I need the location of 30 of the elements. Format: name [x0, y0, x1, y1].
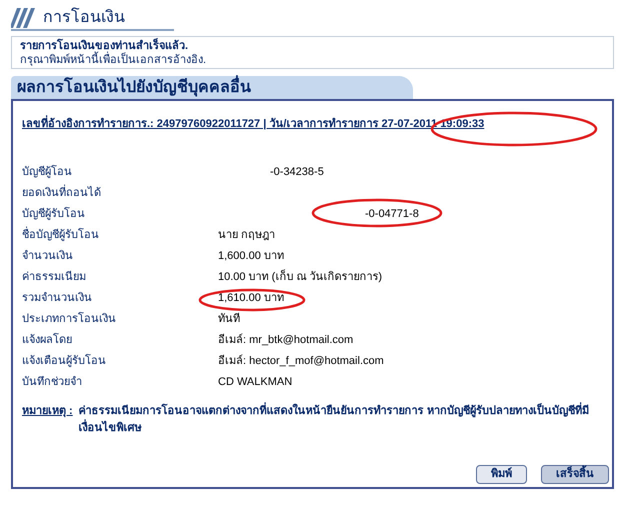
- field-label: ค่าธรรมเนียม: [22, 270, 87, 285]
- field-value: อีเมล์: hector_f_mof@hotmail.com: [218, 354, 384, 369]
- page-title: การโอนเงิน: [43, 8, 125, 28]
- note-text: ค่าธรรมเนียมการโอนอาจแตกต่างจากที่แสดงในหน้ายืนยันการทำรายการ หากบัญชีผู้รับปลายทางเป็นบัญชีที่มีเงื่อนไขพิเศษ: [78, 402, 603, 436]
- field-label: จำนวนเงิน: [22, 248, 74, 264]
- field-label: บัญชีผู้โอน: [22, 164, 73, 180]
- field-value: 10.00 บาท (เก็บ ณ วันเกิดรายการ): [218, 268, 382, 285]
- panel-title: ผลการโอนเงินไปยังบัญชีบุคคลอื่น: [11, 76, 413, 99]
- field-value: CD WALKMAN: [218, 374, 292, 390]
- stripes-icon: [11, 8, 37, 28]
- notice-title: รายการโอนเงินของท่านสำเร็จแล้ว.: [20, 39, 188, 52]
- field-value: 1,610.00 บาท: [218, 290, 284, 306]
- field-label: แจ้งผลโดย: [22, 332, 73, 348]
- field-label: ยอดเงินที่ถอนได้: [22, 184, 102, 201]
- field-value: 1,600.00 บาท: [218, 248, 284, 264]
- field-label: รวมจำนวนเงิน: [22, 290, 93, 306]
- notice-subtitle: กรุณาพิมพ์หน้านี้เพื่อเป็นเอกสารอ้างอิง.: [20, 53, 605, 67]
- note-label: หมายเหตุ :: [22, 404, 73, 420]
- field-value: นาย กฤษฎา: [218, 228, 276, 243]
- field-value: -0-04771-8: [365, 206, 419, 222]
- field-label: ประเภทการโอนเงิน: [22, 311, 117, 327]
- field-value: อีเมล์: mr_btk@hotmail.com: [218, 332, 354, 348]
- field-label: บัญชีผู้รับโอน: [22, 206, 86, 222]
- field-label: บันทึกช่วยจำ: [22, 374, 83, 390]
- field-value: ทันที: [218, 312, 240, 327]
- field-label: ชื่อบัญชีผู้รับโอน: [22, 226, 100, 243]
- finish-button[interactable]: เสร็จสิ้น: [541, 465, 609, 484]
- field-value: -0-34238-5: [270, 164, 324, 180]
- print-button[interactable]: พิมพ์: [476, 465, 527, 484]
- field-label: แจ้งเตือนผู้รับโอน: [22, 353, 107, 369]
